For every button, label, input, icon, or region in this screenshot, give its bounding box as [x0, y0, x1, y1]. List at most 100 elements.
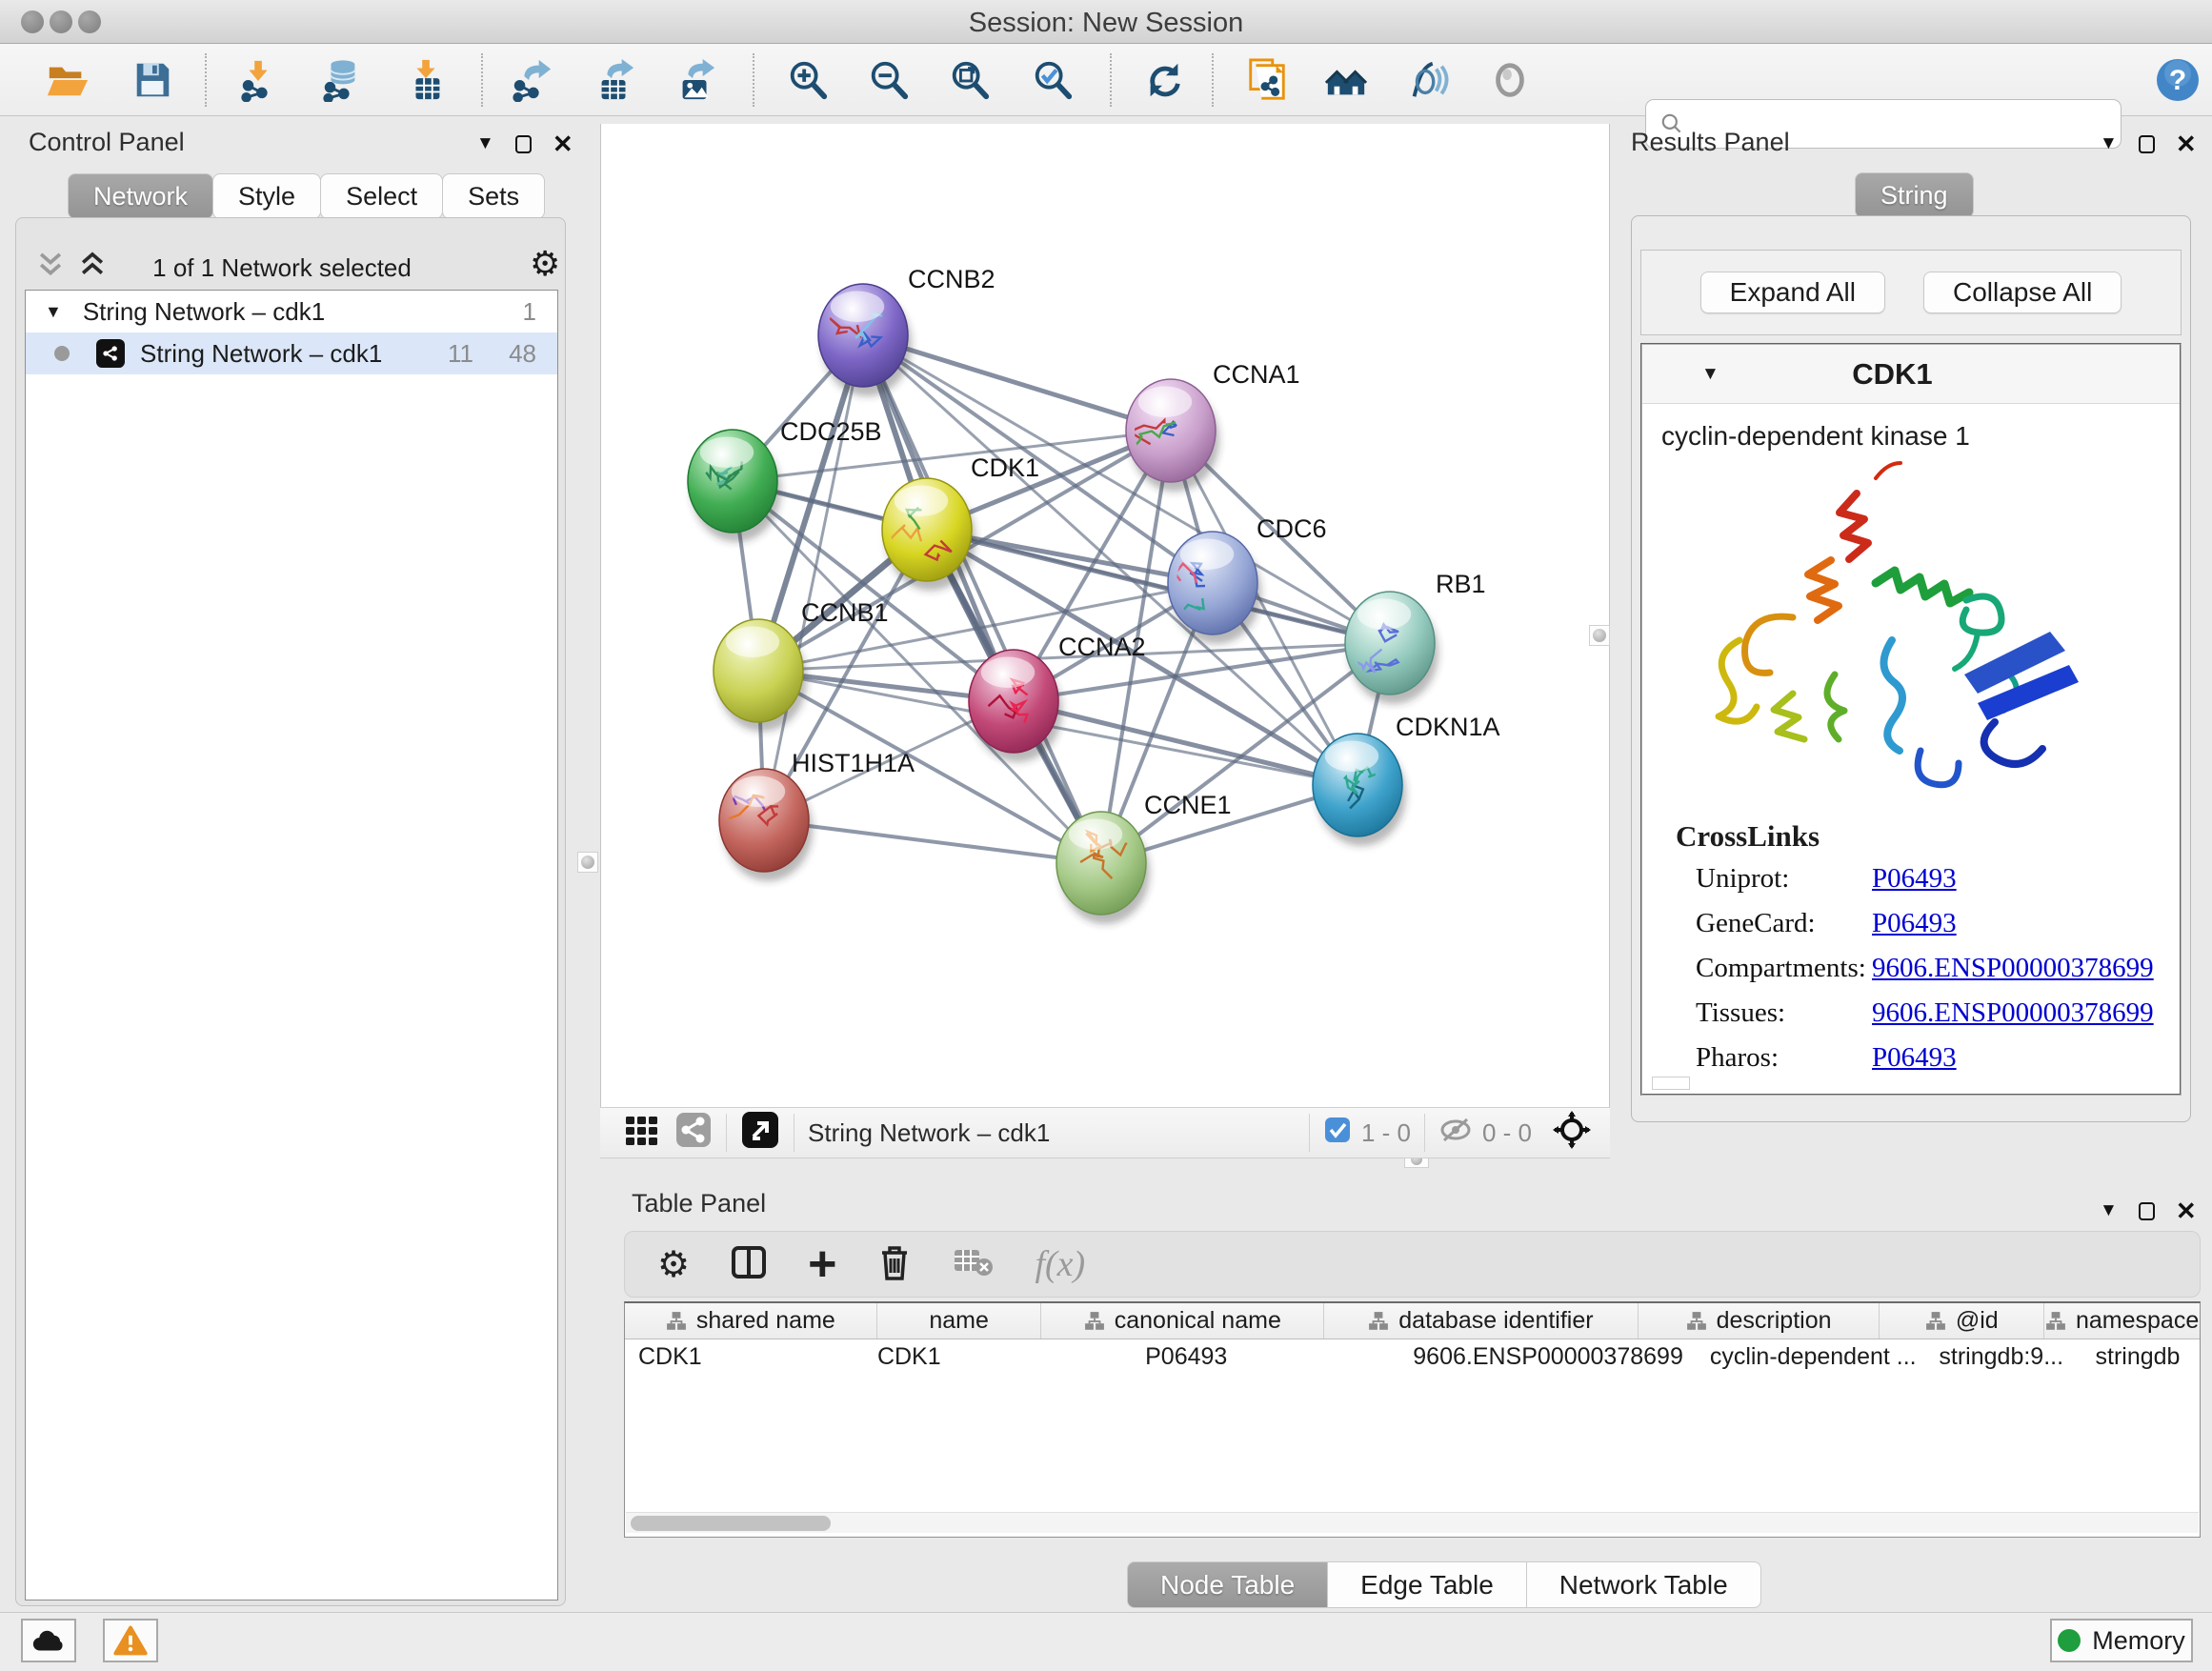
toolbar-divider: [753, 53, 754, 107]
expand-all-button[interactable]: Expand All: [1700, 272, 1885, 313]
column-header-namespace[interactable]: namespace: [2044, 1303, 2200, 1339]
zoom-out-icon[interactable]: [866, 57, 912, 103]
cell-database-identifier[interactable]: 9606.ENSP00000378699: [1399, 1339, 1697, 1375]
zoom-selected-icon[interactable]: [1030, 57, 1076, 103]
table-row[interactable]: CDK1 CDK1 P06493 9606.ENSP00000378699 cy…: [625, 1339, 2200, 1375]
network-options-gear-icon[interactable]: ⚙: [530, 244, 560, 284]
export-network-icon[interactable]: [509, 57, 554, 103]
node-label-ccne1: CCNE1: [1144, 791, 1232, 819]
panel-menu-icon[interactable]: ▼: [2100, 1200, 2118, 1221]
crosslink-row: Tissues:9606.ENSP00000378699: [1696, 997, 2154, 1029]
home-icon[interactable]: [1323, 57, 1369, 103]
panel-menu-icon[interactable]: ▼: [2100, 133, 2118, 154]
hide-glasses-icon[interactable]: [1404, 57, 1450, 103]
toolbar-divider: [1309, 1114, 1310, 1152]
close-panel-icon[interactable]: ✕: [553, 131, 573, 156]
column-header-name[interactable]: name: [877, 1303, 1042, 1339]
tab-edge-table[interactable]: Edge Table: [1327, 1561, 1527, 1608]
crosslink-compartments[interactable]: 9606.ENSP00000378699: [1872, 953, 2154, 984]
import-network-database-icon[interactable]: [318, 57, 364, 103]
zoom-fit-icon[interactable]: [947, 57, 993, 103]
tab-network[interactable]: Network: [68, 173, 213, 219]
status-bar: Memory: [0, 1612, 2212, 1671]
left-splitter-handle[interactable]: [577, 852, 598, 873]
close-panel-icon[interactable]: ✕: [2176, 131, 2197, 156]
export-image-icon[interactable]: [673, 57, 718, 103]
shared-column-icon: [2045, 1311, 2066, 1332]
refresh-icon[interactable]: [1141, 57, 1187, 103]
open-file-icon[interactable]: [44, 57, 90, 103]
cell-description[interactable]: cyclin-dependent ...: [1697, 1339, 1926, 1375]
zoom-in-icon[interactable]: [785, 57, 831, 103]
crosslink-genecard[interactable]: P06493: [1872, 908, 1957, 939]
show-eye-icon[interactable]: [1487, 57, 1533, 103]
export-table-icon[interactable]: [592, 57, 637, 103]
collapse-all-button[interactable]: Collapse All: [1923, 272, 2122, 313]
crosslink-tissues[interactable]: 9606.ENSP00000378699: [1872, 997, 2154, 1029]
network-row-selected[interactable]: String Network – cdk1 11 48: [26, 332, 557, 374]
help-icon[interactable]: ?: [2155, 57, 2201, 103]
tree-expand-icon[interactable]: ▼: [45, 302, 62, 322]
function-builder-icon[interactable]: f(x): [1035, 1243, 1085, 1285]
application-window: Session: New Session: [0, 0, 2212, 1671]
cell-name[interactable]: CDK1: [864, 1339, 1132, 1375]
birdseye-view-icon[interactable]: [740, 1110, 780, 1157]
import-table-file-icon[interactable]: [404, 57, 450, 103]
results-panel-title: Results Panel: [1631, 128, 1790, 157]
fit-content-crosshair-icon[interactable]: [1553, 1111, 1591, 1156]
network-collection-row[interactable]: ▼ String Network – cdk1 1: [26, 291, 557, 332]
delete-table-icon[interactable]: [953, 1246, 995, 1283]
selected-checkbox-icon[interactable]: [1323, 1116, 1352, 1151]
float-panel-icon[interactable]: [2139, 1202, 2155, 1220]
column-header-database-identifier[interactable]: database identifier: [1324, 1303, 1639, 1339]
panel-menu-icon[interactable]: ▼: [476, 133, 494, 154]
grid-view-icon[interactable]: [623, 1111, 661, 1156]
network-list-view-icon[interactable]: [674, 1111, 713, 1156]
tab-select[interactable]: Select: [320, 173, 443, 219]
network-from-file-icon[interactable]: [1244, 57, 1290, 103]
column-header-id[interactable]: @id: [1880, 1303, 2044, 1339]
import-network-file-icon[interactable]: [236, 57, 282, 103]
network-graph[interactable]: CCNB2CCNA1CDC25BCDK1CDC6RB1CCNB1CCNA2CDK…: [601, 124, 1611, 1107]
network-canvas[interactable]: CCNB2CCNA1CDC25BCDK1CDC6RB1CCNB1CCNA2CDK…: [600, 124, 1610, 1107]
memory-button[interactable]: Memory: [2050, 1619, 2193, 1662]
toolbar-divider: [481, 53, 483, 107]
network-type-icon: [96, 339, 125, 368]
crosslink-pharos[interactable]: P06493: [1872, 1042, 1957, 1074]
cloud-status-button[interactable]: [21, 1619, 76, 1662]
tab-node-table[interactable]: Node Table: [1127, 1561, 1328, 1608]
close-panel-icon[interactable]: ✕: [2176, 1198, 2197, 1223]
hidden-eye-icon[interactable]: [1438, 1116, 1473, 1151]
cell-shared-name[interactable]: CDK1: [625, 1339, 864, 1375]
scrollbar-thumb[interactable]: [631, 1516, 831, 1531]
network-row-label: String Network – cdk1: [140, 339, 382, 369]
column-header-canonical-name[interactable]: canonical name: [1041, 1303, 1324, 1339]
float-panel-icon[interactable]: [515, 135, 532, 153]
warning-status-button[interactable]: [103, 1619, 158, 1662]
table-horizontal-scrollbar[interactable]: [626, 1512, 2199, 1533]
column-header-description[interactable]: description: [1639, 1303, 1880, 1339]
result-section-header[interactable]: ▼ CDK1: [1642, 345, 2180, 404]
tab-sets[interactable]: Sets: [442, 173, 545, 219]
save-session-icon[interactable]: [130, 57, 175, 103]
tab-style[interactable]: Style: [212, 173, 321, 219]
main-toolbar: ?: [0, 44, 2212, 116]
right-splitter-handle[interactable]: [1589, 625, 1610, 646]
column-header-shared-name[interactable]: shared name: [625, 1303, 877, 1339]
cell-namespace[interactable]: stringdb: [2082, 1339, 2201, 1375]
protein-structure-image: [1680, 457, 2128, 812]
table-options-gear-icon[interactable]: ⚙: [657, 1243, 690, 1286]
table-panel-controls: ▼ ✕: [2100, 1198, 2197, 1223]
cell-canonical-name[interactable]: P06493: [1132, 1339, 1399, 1375]
result-scroll-thumb[interactable]: [1652, 1077, 1690, 1090]
tab-network-table[interactable]: Network Table: [1526, 1561, 1761, 1608]
section-expand-icon[interactable]: ▼: [1701, 364, 1719, 385]
delete-column-icon[interactable]: [876, 1243, 913, 1286]
cdk1-result-card: ▼ CDK1 cyclin-dependent kinase 1: [1640, 343, 2182, 1096]
tab-string[interactable]: String: [1855, 172, 1974, 218]
float-panel-icon[interactable]: [2139, 135, 2155, 153]
table-type-tabs: Node Table Edge Table Network Table: [1128, 1561, 1761, 1608]
show-columns-icon[interactable]: [730, 1243, 768, 1286]
cell-id[interactable]: stringdb:9...: [1925, 1339, 2081, 1375]
crosslink-uniprot[interactable]: P06493: [1872, 863, 1957, 895]
